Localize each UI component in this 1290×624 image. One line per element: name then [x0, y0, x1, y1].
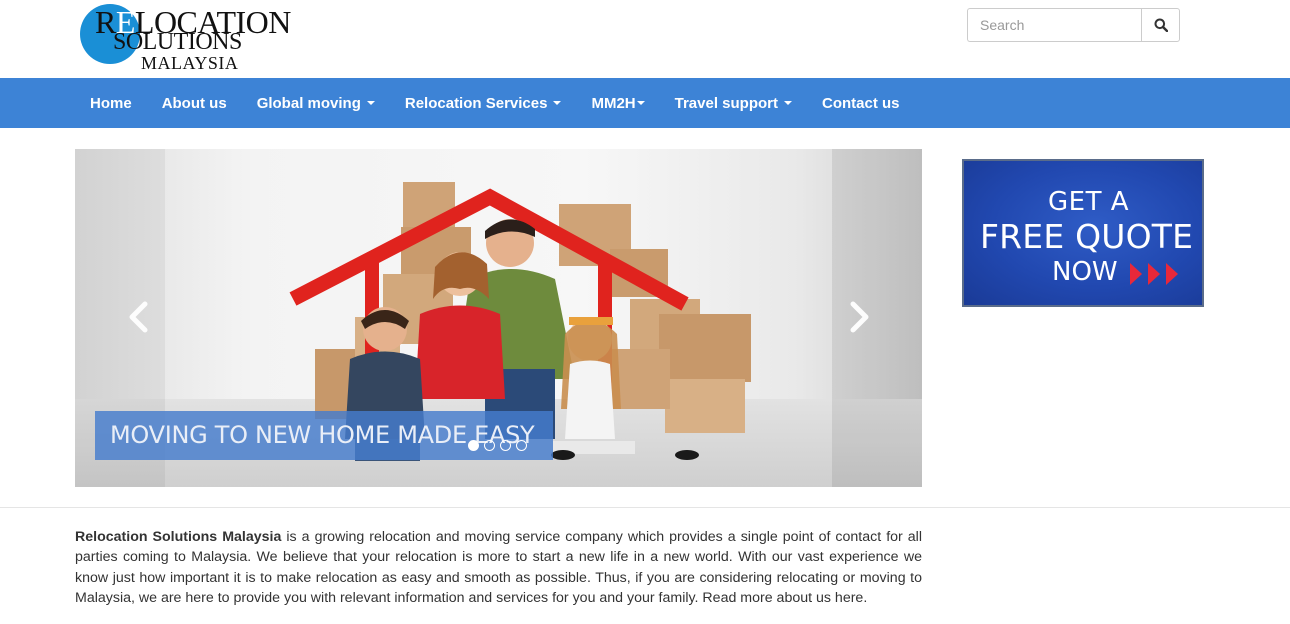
nav-label: Home	[90, 94, 132, 112]
triple-arrow-icon	[1130, 263, 1178, 285]
nav-contact-us[interactable]: Contact us	[807, 78, 915, 128]
company-logo[interactable]: RELOCATION SOLUTIONS MALAYSIA	[75, 0, 291, 74]
nav-travel-support[interactable]: Travel support	[660, 78, 807, 128]
nav-about-us[interactable]: About us	[147, 78, 242, 128]
carousel-indicator[interactable]	[500, 440, 511, 451]
intro-company-name: Relocation Solutions Malaysia	[75, 529, 282, 545]
section-divider	[0, 507, 1290, 508]
caret-down-icon	[636, 101, 645, 105]
free-quote-banner-inner: GET A FREE QUOTE NOW	[964, 161, 1202, 305]
caret-down-icon	[553, 101, 562, 105]
chevron-right-icon	[850, 301, 869, 333]
nav-mm2h[interactable]: MM2H	[576, 78, 659, 128]
quote-line3: NOW	[1052, 257, 1118, 287]
logo-text-line2: SOLUTIONS	[113, 29, 242, 55]
nav-label: Travel support	[674, 94, 778, 112]
quote-line2: FREE QUOTE	[980, 217, 1194, 256]
nav-label: About us	[161, 94, 227, 112]
nav-label: Global moving	[256, 94, 361, 112]
carousel-indicator[interactable]	[484, 440, 495, 451]
caret-down-icon	[366, 101, 375, 105]
search-form	[967, 8, 1180, 42]
nav-global-moving[interactable]: Global moving	[242, 78, 390, 128]
site-header: RELOCATION SOLUTIONS MALAYSIA	[0, 0, 1290, 78]
carousel-indicator[interactable]	[468, 440, 479, 451]
chevron-left-icon	[129, 301, 148, 333]
nav-label: MM2H	[591, 94, 636, 112]
search-input[interactable]	[967, 8, 1141, 42]
nav-label: Relocation Services	[404, 94, 548, 112]
logo-text-line3: MALAYSIA	[141, 53, 239, 73]
hero-carousel[interactable]: MOVING TO NEW HOME MADE EASY	[75, 149, 922, 487]
intro-paragraph: Relocation Solutions Malaysia is a growi…	[75, 527, 922, 609]
carousel-indicator[interactable]	[516, 440, 527, 451]
main-navbar: Home About us Global moving Relocation S…	[0, 78, 1290, 128]
nav-home[interactable]: Home	[75, 78, 147, 128]
main-nav: Home About us Global moving Relocation S…	[75, 78, 915, 128]
carousel-caption: MOVING TO NEW HOME MADE EASY	[95, 411, 553, 460]
nav-relocation-services[interactable]: Relocation Services	[390, 78, 577, 128]
quote-line1: GET A	[1048, 187, 1130, 217]
caret-down-icon	[783, 101, 792, 105]
nav-label: Contact us	[821, 94, 900, 112]
carousel-next-control[interactable]	[845, 299, 875, 335]
search-button[interactable]	[1141, 8, 1180, 42]
carousel-prev-control[interactable]	[123, 299, 153, 335]
free-quote-banner[interactable]: GET A FREE QUOTE NOW	[962, 159, 1204, 307]
search-icon	[1154, 18, 1168, 32]
carousel-indicators	[468, 440, 527, 451]
